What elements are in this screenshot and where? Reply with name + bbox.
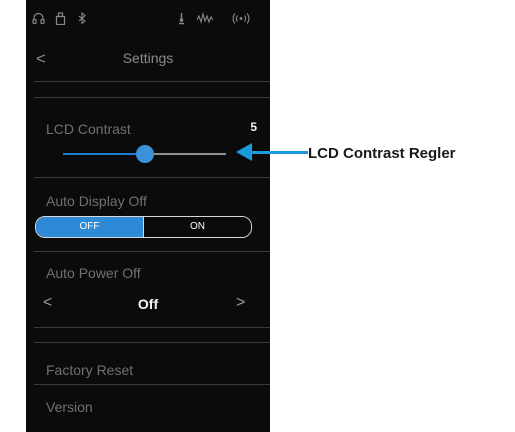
settings-screen: < Settings LCD Contrast 5 Auto Display O… (26, 0, 270, 432)
auto-power-off-label: Auto Power Off (46, 265, 141, 281)
divider (34, 251, 270, 252)
divider (34, 81, 270, 82)
bluetooth-icon (78, 11, 86, 30)
page-title: Settings (122, 50, 174, 66)
lcd-contrast-slider-thumb[interactable] (135, 145, 154, 163)
waveform-icon (196, 11, 214, 30)
auto-display-off-label: Auto Display Off (46, 193, 147, 209)
divider (34, 97, 270, 98)
status-bar (26, 0, 270, 40)
wireless-icon (232, 12, 250, 30)
divider (34, 177, 270, 178)
divider (34, 342, 270, 343)
callout-arrow-head (236, 143, 252, 161)
divider (34, 384, 270, 385)
divider (34, 327, 270, 328)
metronome-icon (178, 12, 185, 30)
lcd-contrast-slider-fill (63, 153, 145, 155)
version-label: Version (46, 399, 93, 415)
callout-label: LCD Contrast Regler (308, 145, 456, 162)
factory-reset-item[interactable]: Factory Reset (46, 362, 133, 378)
auto-display-off-option-off[interactable]: OFF (36, 217, 144, 237)
lcd-contrast-value: 5 (250, 120, 257, 134)
headphone-icon (32, 12, 45, 30)
auto-power-off-value: Off (137, 296, 159, 312)
auto-power-off-next-button[interactable]: > (236, 294, 245, 312)
lcd-contrast-label: LCD Contrast (46, 121, 131, 137)
auto-display-off-toggle: OFF ON (35, 216, 252, 238)
usb-icon (55, 12, 66, 30)
auto-display-off-option-on[interactable]: ON (144, 217, 251, 237)
